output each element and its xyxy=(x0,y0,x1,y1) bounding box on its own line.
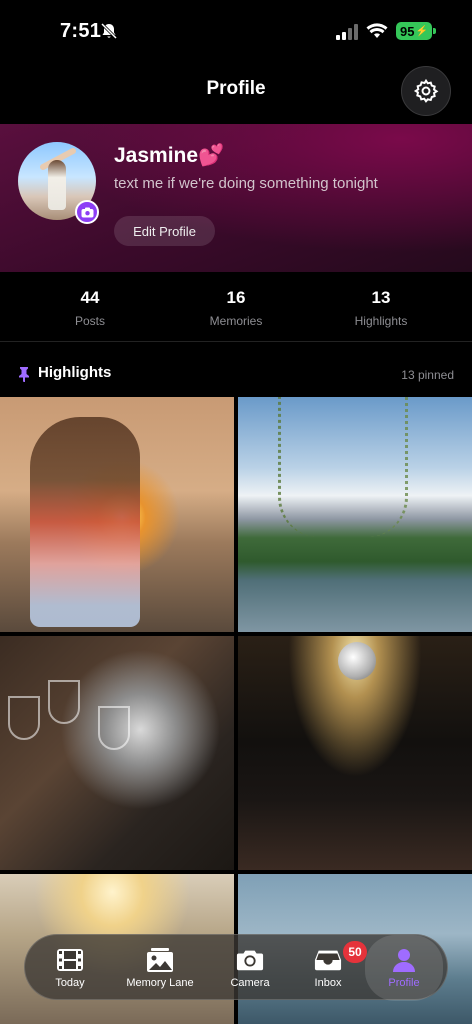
settings-button[interactable] xyxy=(401,66,451,116)
tab-label: Profile xyxy=(388,977,420,989)
photo-content xyxy=(278,397,408,537)
photo-content xyxy=(338,642,376,680)
photo-content xyxy=(8,696,40,740)
inbox-icon xyxy=(314,947,342,973)
tab-label: Today xyxy=(55,977,85,989)
status-bar: 7:51 95 ⚡ xyxy=(0,0,472,64)
battery-nub xyxy=(433,28,436,34)
stat-label: Highlights xyxy=(354,314,408,328)
gear-icon xyxy=(413,78,439,103)
status-time: 7:51 xyxy=(60,20,102,42)
inbox-badge: 50 xyxy=(343,941,367,963)
film-icon xyxy=(56,947,84,973)
tab-camera[interactable]: Camera xyxy=(215,935,285,1001)
person-icon xyxy=(390,947,418,973)
tab-label: Camera xyxy=(230,977,270,989)
stat-label: Memories xyxy=(209,314,263,328)
camera-icon xyxy=(236,947,264,973)
battery-level: 95 xyxy=(400,23,415,39)
photo-tile[interactable] xyxy=(238,636,472,870)
tab-bar: Today Memory Lane Camera Inbox 50 Profil… xyxy=(24,934,448,1001)
photos-icon xyxy=(146,947,174,973)
highlights-grid xyxy=(0,397,472,1024)
highlights-header: Highlights 13 pinned xyxy=(0,356,472,392)
change-photo-button[interactable] xyxy=(75,200,99,224)
wifi-icon xyxy=(366,23,388,38)
pin-icon xyxy=(19,367,29,382)
stat-value: 44 xyxy=(80,288,100,307)
highlights-title: Highlights xyxy=(38,364,112,381)
edit-profile-button[interactable]: Edit Profile xyxy=(114,216,215,246)
stats-row: 44 Posts 16 Memories 13 Highlights xyxy=(0,272,472,342)
tab-profile[interactable]: Profile xyxy=(365,935,443,1001)
tab-label: Inbox xyxy=(314,977,342,989)
signal-icon xyxy=(336,24,358,40)
profile-card xyxy=(0,124,472,272)
pinned-count: 13 pinned xyxy=(401,368,454,382)
photo-tile[interactable] xyxy=(0,397,234,632)
profile-bio: text me if we're doing something tonight xyxy=(114,175,378,192)
tab-inbox[interactable]: Inbox 50 xyxy=(293,935,367,1001)
stat-memories[interactable]: 16 Memories xyxy=(176,288,296,328)
photo-tile[interactable] xyxy=(238,397,472,632)
tab-today[interactable]: Today xyxy=(35,935,105,1001)
bell-off-icon xyxy=(100,22,118,40)
camera-icon xyxy=(81,207,93,217)
photo-content xyxy=(48,680,80,724)
photo-content xyxy=(98,706,130,750)
photo-tile[interactable] xyxy=(0,636,234,870)
stat-posts[interactable]: 44 Posts xyxy=(30,288,150,328)
photo-content xyxy=(30,417,140,627)
avatar-photo-figure xyxy=(48,160,66,210)
stat-highlights[interactable]: 13 Highlights xyxy=(321,288,441,328)
tab-memory-lane[interactable]: Memory Lane xyxy=(115,935,205,1001)
stat-value: 13 xyxy=(371,288,391,307)
tab-label: Memory Lane xyxy=(126,977,194,989)
profile-name: Jasmine💕 xyxy=(114,144,225,167)
stat-label: Posts xyxy=(74,314,105,328)
battery-indicator: 95 ⚡ xyxy=(396,22,432,40)
header: Profile xyxy=(0,64,472,120)
stat-value: 16 xyxy=(226,288,246,307)
